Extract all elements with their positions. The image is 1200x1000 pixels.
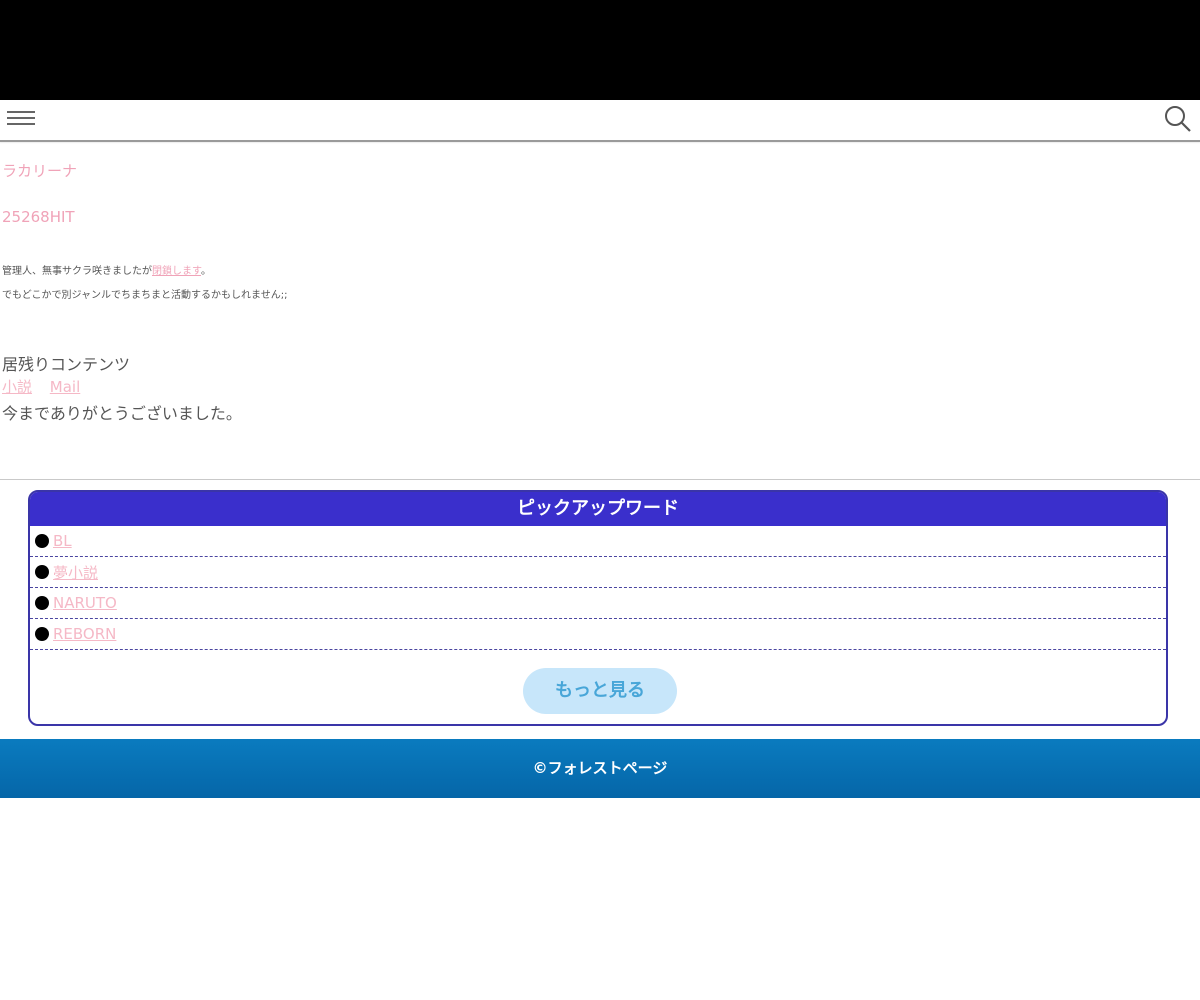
pickup-item[interactable]: BL: [30, 526, 1166, 557]
footer-copyright[interactable]: ©フォレストページ: [0, 739, 1200, 798]
search-icon[interactable]: [1164, 105, 1192, 133]
see-more-button[interactable]: もっと見る: [523, 668, 677, 714]
pickup-words-box: ピックアップワード BL 夢小説 NARUTO REBORN もっと見る: [28, 490, 1168, 726]
remaining-contents-heading: 居残りコンテンツ: [2, 355, 131, 374]
closing-link[interactable]: 閉鎖します: [152, 266, 201, 277]
pickup-item[interactable]: 夢小説: [30, 557, 1166, 588]
mail-link[interactable]: Mail: [50, 378, 80, 396]
notice-suffix: 。: [201, 266, 211, 277]
hamburger-menu-icon[interactable]: [7, 111, 35, 127]
notice-line-1: 管理人、無事サクラ咲きましたが閉鎖します。: [2, 262, 211, 277]
pickup-item[interactable]: REBORN: [30, 619, 1166, 650]
pickup-title: ピックアップワード: [30, 492, 1166, 526]
bullet-icon: [35, 534, 49, 548]
thanks-message: 今までありがとうございました。: [2, 404, 242, 423]
site-title: ラカリーナ: [2, 162, 78, 180]
pickup-list: BL 夢小説 NARUTO REBORN: [30, 526, 1166, 650]
notice-prefix: 管理人、無事サクラ咲きましたが: [2, 266, 152, 277]
pickup-link-dream-novel[interactable]: 夢小説: [53, 562, 98, 583]
hit-counter: 25268HIT: [2, 208, 75, 226]
top-black-banner: [0, 0, 1200, 100]
pickup-link-bl[interactable]: BL: [53, 532, 72, 550]
pickup-link-naruto[interactable]: NARUTO: [53, 594, 117, 612]
bullet-icon: [35, 565, 49, 579]
remaining-links: 小説 Mail: [2, 376, 93, 397]
bullet-icon: [35, 596, 49, 610]
pickup-link-reborn[interactable]: REBORN: [53, 625, 116, 643]
novel-link[interactable]: 小説: [2, 378, 32, 396]
main-content: ラカリーナ 25268HIT 管理人、無事サクラ咲きましたが閉鎖します。 でもど…: [0, 142, 1200, 480]
bullet-icon: [35, 627, 49, 641]
navigation-bar: [0, 100, 1200, 142]
pickup-item[interactable]: NARUTO: [30, 588, 1166, 619]
notice-line-2: でもどこかで別ジャンルでちまちまと活動するかもしれません;;: [2, 290, 288, 301]
